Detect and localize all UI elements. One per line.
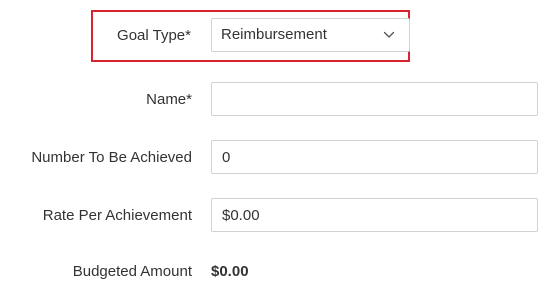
- goal-type-label: Goal Type*: [117, 27, 191, 44]
- budgeted-amount-row: Budgeted Amount $0.00: [0, 254, 538, 290]
- rate-per-achievement-label: Rate Per Achievement: [42, 207, 192, 224]
- number-to-be-achieved-input[interactable]: [211, 140, 538, 174]
- name-input[interactable]: [211, 82, 538, 116]
- number-to-be-achieved-label: Number To Be Achieved: [31, 149, 192, 166]
- goal-type-selected-value: Reimbursement: [221, 26, 327, 43]
- goal-type-select[interactable]: Reimbursement: [211, 18, 410, 52]
- chevron-down-icon: [383, 31, 395, 38]
- rate-per-achievement-row: Rate Per Achievement: [0, 198, 538, 234]
- budgeted-amount-label: Budgeted Amount: [72, 263, 192, 280]
- goal-form: Goal Type* Reimbursement Name* Number To…: [0, 0, 538, 280]
- goal-type-row: Goal Type* Reimbursement: [0, 18, 538, 54]
- name-label: Name*: [146, 91, 192, 108]
- name-row: Name*: [0, 82, 538, 118]
- rate-per-achievement-input[interactable]: [211, 198, 538, 232]
- number-to-be-achieved-row: Number To Be Achieved: [0, 140, 538, 176]
- budgeted-amount-value: $0.00: [211, 263, 249, 280]
